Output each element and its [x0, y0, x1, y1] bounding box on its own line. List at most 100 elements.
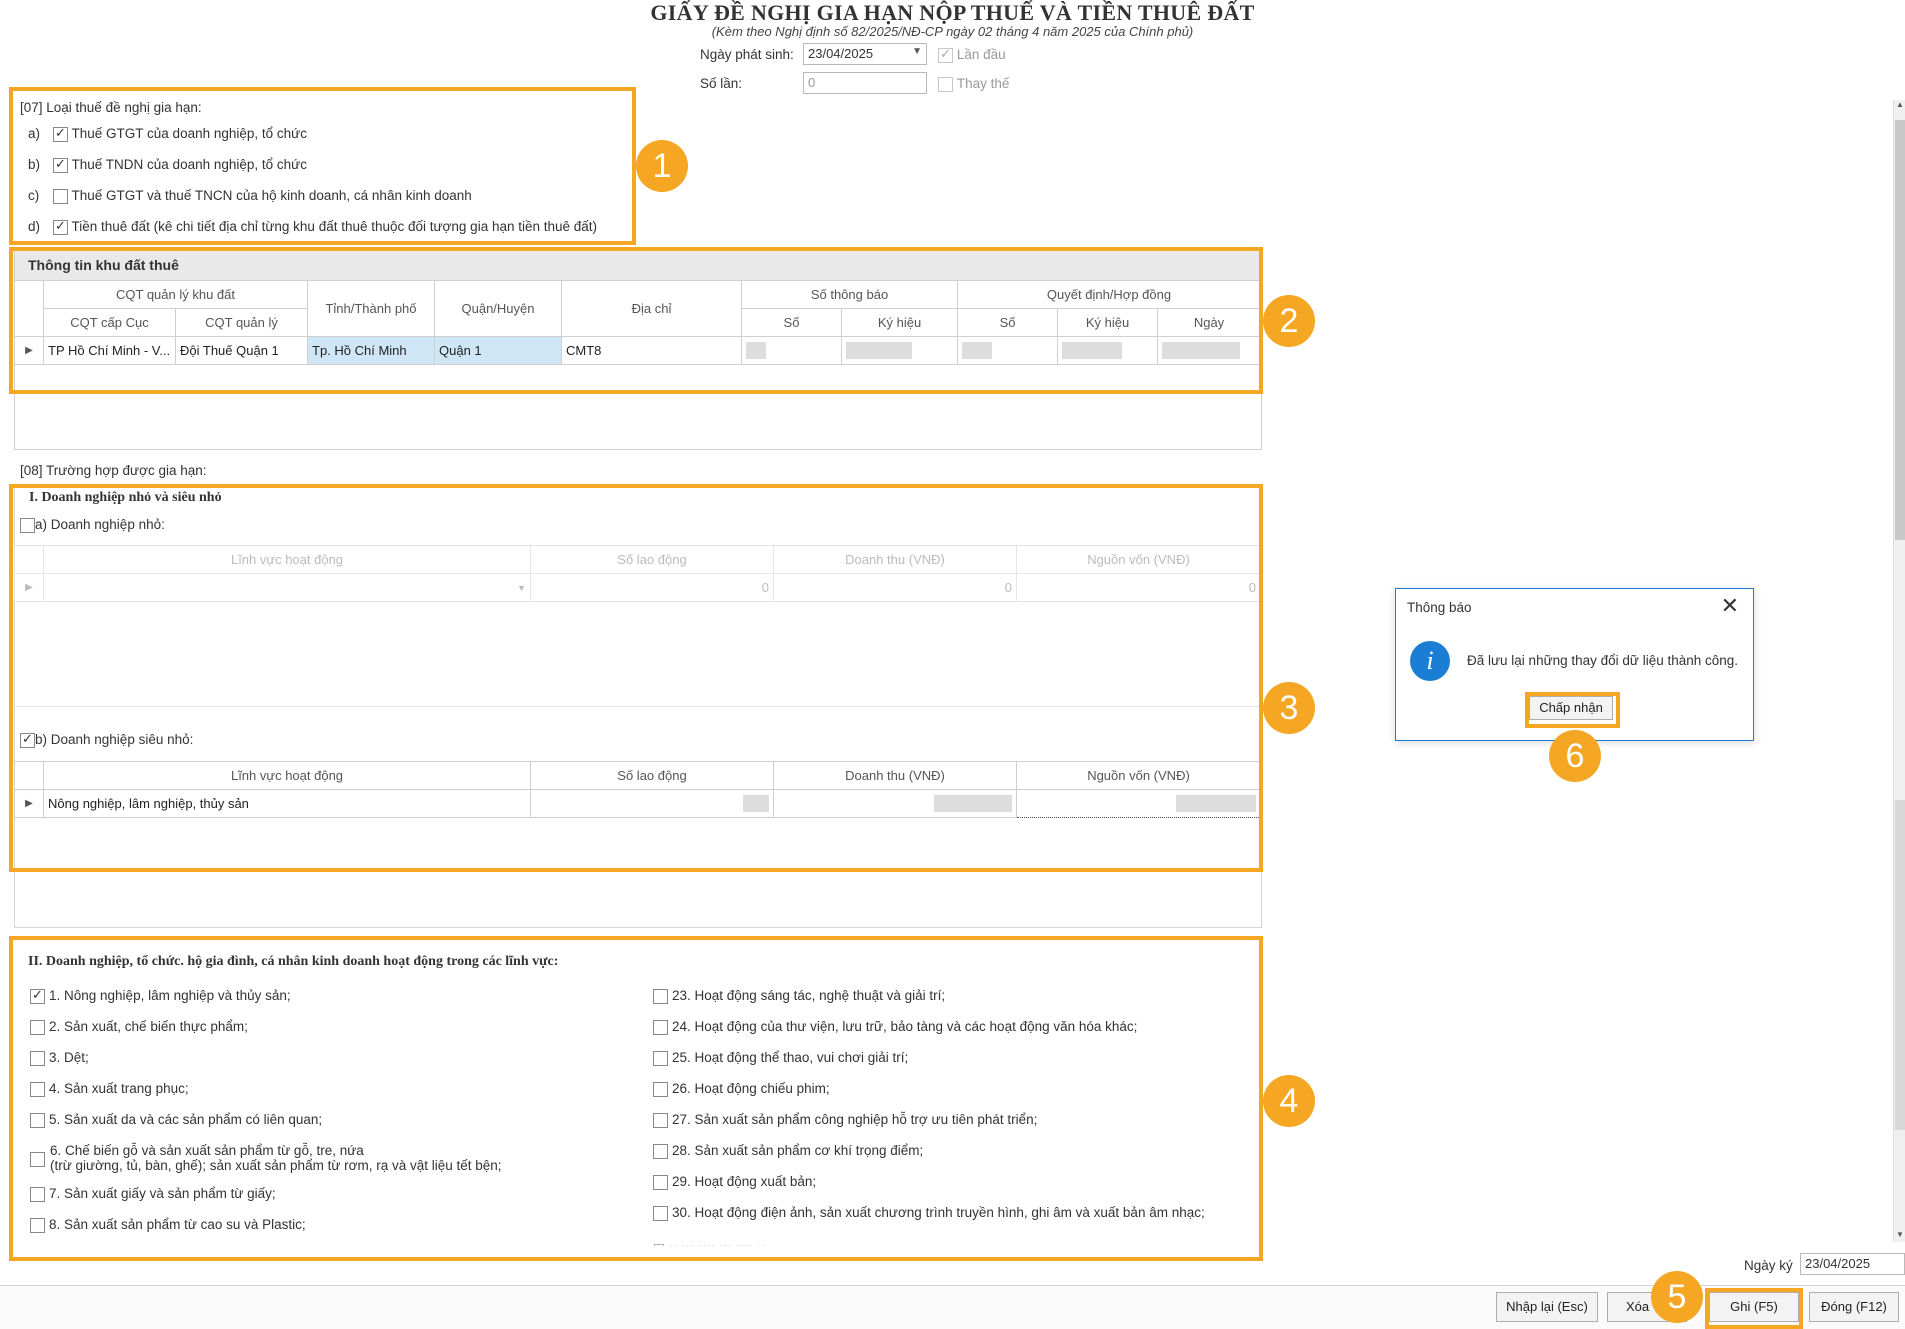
nhap-lai-button[interactable]: Nhập lại (Esc): [1496, 1292, 1598, 1322]
item-text: Thuế GTGT và thuế TNCN của hộ kinh doanh…: [71, 188, 472, 203]
checkbox[interactable]: [30, 1152, 45, 1167]
scrollbar-track: [1895, 800, 1905, 1130]
list-item[interactable]: 1. Nông nghiệp, lâm nghiệp và thủy sản;: [30, 987, 291, 1004]
item-text: 2. Sản xuất, chế biến thực phẩm;: [49, 1019, 248, 1034]
ngay-ky-field[interactable]: 23/04/2025: [1800, 1253, 1905, 1275]
checkbox[interactable]: [653, 1205, 668, 1221]
ngay-ky-value: 23/04/2025: [1805, 1256, 1871, 1271]
badge-3: 3: [1263, 682, 1315, 734]
item-text: 25. Hoạt động thể thao, vui chơi giải tr…: [672, 1050, 909, 1065]
item-key: b): [28, 157, 41, 172]
checkbox[interactable]: [30, 1081, 45, 1097]
checkbox[interactable]: [30, 1112, 45, 1128]
highlight-box-5: [1705, 1288, 1803, 1329]
item-text: 30. Hoạt động điện ảnh, sản xuất chương …: [672, 1205, 1205, 1220]
badge-2: 2: [1263, 295, 1315, 347]
badge-5: 5: [1651, 1271, 1703, 1323]
checkbox[interactable]: [653, 1112, 668, 1128]
dropdown-arrow-icon: ▼: [912, 46, 922, 57]
lan-dau-label: Lần đầu: [956, 47, 1006, 62]
checkbox[interactable]: [30, 1050, 45, 1066]
list-item[interactable]: 29. Hoạt động xuất bản;: [653, 1174, 816, 1190]
checkbox-b[interactable]: [53, 156, 68, 173]
badge-6: 6: [1549, 730, 1601, 782]
list-item[interactable]: 8. Sản xuất sản phẩm từ cao su và Plasti…: [30, 1217, 306, 1233]
dialog-message: Đã lưu lại những thay đổi dữ liệu thành …: [1467, 653, 1739, 668]
item-text: 27. Sản xuất sản phẩm công nghiệp hỗ trợ…: [672, 1112, 1038, 1127]
list-item[interactable]: 26. Hoạt động chiếu phim;: [653, 1081, 830, 1097]
ngay-phat-sinh-field[interactable]: 23/04/2025 ▼: [803, 43, 927, 65]
list-item[interactable]: 4. Sản xuất trang phục;: [30, 1081, 189, 1097]
section07-item-a[interactable]: a) Thuế GTGT của doanh nghiệp, tổ chức: [28, 125, 307, 142]
checkbox-c[interactable]: [53, 188, 68, 204]
list-item[interactable]: 30. Hoạt động điện ảnh, sản xuất chương …: [653, 1205, 1205, 1221]
checkbox[interactable]: [30, 1186, 45, 1202]
lan-dau-checkbox[interactable]: Lần đầu: [938, 46, 1006, 63]
checkbox-a[interactable]: [53, 125, 68, 142]
checkbox[interactable]: [653, 1081, 668, 1097]
so-lan-field[interactable]: 0: [803, 72, 927, 94]
item-key: a): [28, 126, 41, 141]
checkbox[interactable]: [653, 1050, 668, 1066]
scroll-up-icon[interactable]: ▲: [1894, 100, 1905, 112]
list-item-cutoff: ▭ ·· ··· ···· ··· ···· ··: [653, 1238, 765, 1246]
checkbox[interactable]: [653, 1174, 668, 1190]
list-item[interactable]: 24. Hoạt động của thư viện, lưu trữ, bảo…: [653, 1019, 1137, 1035]
item-text: 7. Sản xuất giấy và sản phẩm từ giấy;: [49, 1186, 276, 1201]
dialog-title: Thông báo: [1407, 600, 1472, 615]
checkbox[interactable]: [30, 1019, 45, 1035]
item-text: 26. Hoạt động chiếu phim;: [672, 1081, 830, 1096]
scrollbar-thumb[interactable]: [1895, 120, 1905, 540]
checkbox[interactable]: [30, 987, 45, 1004]
section07-item-d[interactable]: d) Tiền thuê đất (kê chi tiết địa chỉ từ…: [28, 218, 598, 235]
item-text: 3. Dệt;: [49, 1050, 89, 1065]
item-text-line2: (trừ giường, tủ, bàn, ghế); sản xuất sản…: [50, 1158, 502, 1173]
list-item[interactable]: 5. Sản xuất da và các sản phẩm có liên q…: [30, 1112, 322, 1128]
item-text: 4. Sản xuất trang phục;: [49, 1081, 189, 1096]
list-item[interactable]: 2. Sản xuất, chế biến thực phẩm;: [30, 1019, 248, 1035]
badge-1: 1: [636, 140, 688, 192]
section08-label: [08] Trường hợp được gia hạn:: [20, 463, 207, 478]
list-item[interactable]: 23. Hoạt động sáng tác, nghệ thuật và gi…: [653, 988, 945, 1004]
item-text: 24. Hoạt động của thư viện, lưu trữ, bảo…: [672, 1019, 1138, 1034]
list-item[interactable]: 25. Hoạt động thể thao, vui chơi giải tr…: [653, 1050, 908, 1066]
form-title: GIẤY ĐỀ NGHỊ GIA HẠN NỘP THUẾ VÀ TIỀN TH…: [650, 0, 1255, 25]
form-subtitle: (Kèm theo Nghị định số 82/2025/NĐ-CP ngà…: [711, 24, 1194, 39]
item-key: c): [28, 188, 40, 203]
badge-4: 4: [1263, 1075, 1315, 1127]
list-item[interactable]: 3. Dệt;: [30, 1050, 89, 1066]
checkbox[interactable]: [653, 988, 668, 1004]
item-text: 28. Sản xuất sản phẩm cơ khí trọng điểm;: [672, 1143, 924, 1158]
checkbox[interactable]: [653, 1143, 668, 1159]
item-text: 1. Nông nghiệp, lâm nghiệp và thủy sản;: [49, 988, 291, 1003]
so-lan-label: Số lần:: [700, 76, 743, 91]
checkbox[interactable]: [30, 1217, 45, 1233]
checkbox-d[interactable]: [53, 218, 68, 235]
highlight-box-6: [1525, 692, 1620, 728]
dong-button[interactable]: Đóng (F12): [1809, 1292, 1899, 1322]
item-text: 29. Hoạt động xuất bản;: [672, 1174, 817, 1189]
section07-item-c[interactable]: c) Thuế GTGT và thuế TNCN của hộ kinh do…: [28, 188, 472, 204]
section07-item-b[interactable]: b) Thuế TNDN của doanh nghiệp, tổ chức: [28, 156, 307, 173]
ngay-phat-sinh-value: 23/04/2025: [808, 46, 874, 61]
close-icon[interactable]: ✕: [1721, 593, 1739, 619]
thay-the-label: Thay thế: [956, 76, 1010, 91]
thay-the-checkbox[interactable]: Thay thế: [938, 75, 1009, 92]
item-text: 6. Chế biến gỗ và sản xuất sản phẩm từ g…: [50, 1143, 364, 1158]
item-text: 8. Sản xuất sản phẩm từ cao su và Plasti…: [49, 1217, 306, 1232]
checkbox[interactable]: [653, 1019, 668, 1035]
list-item[interactable]: 28. Sản xuất sản phẩm cơ khí trọng điểm;: [653, 1143, 923, 1159]
item-text: Thuế GTGT của doanh nghiệp, tổ chức: [71, 126, 307, 141]
section07-label: [07] Loại thuế đề nghị gia hạn:: [20, 100, 202, 115]
highlight-box-3: [9, 484, 1263, 872]
item-text: 5. Sản xuất da và các sản phẩm có liên q…: [49, 1112, 323, 1127]
list-item[interactable]: 27. Sản xuất sản phẩm công nghiệp hỗ trợ…: [653, 1112, 1037, 1128]
list-item[interactable]: 6. Chế biến gỗ và sản xuất sản phẩm từ g…: [30, 1143, 502, 1173]
item-text: 23. Hoạt động sáng tác, nghệ thuật và gi…: [672, 988, 946, 1003]
scroll-down-icon[interactable]: ▼: [1894, 1230, 1905, 1242]
item-text: Tiền thuê đất (kê chi tiết địa chỉ từng …: [71, 219, 598, 234]
list-item[interactable]: 7. Sản xuất giấy và sản phẩm từ giấy;: [30, 1186, 276, 1202]
highlight-box-2: [9, 247, 1263, 394]
vertical-scrollbar[interactable]: ▲ ▼: [1893, 100, 1905, 1242]
info-icon: i: [1410, 641, 1450, 681]
